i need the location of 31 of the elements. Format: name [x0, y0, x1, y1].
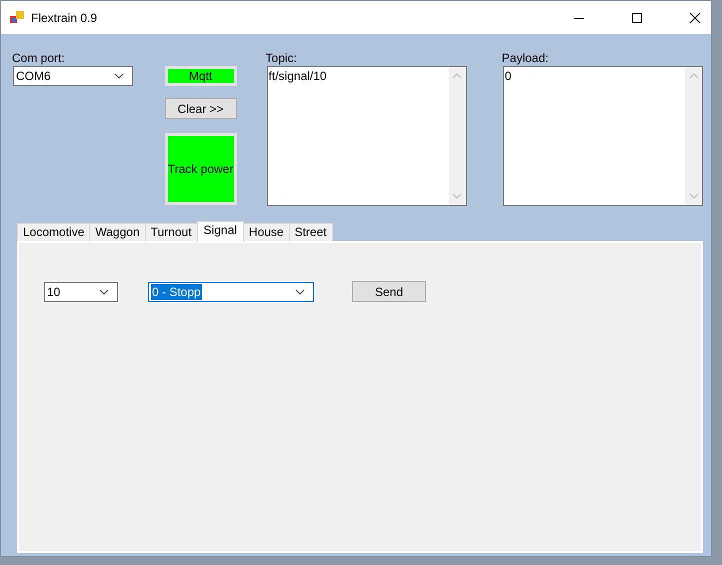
- scroll-down-icon[interactable]: [688, 193, 699, 199]
- send-button[interactable]: Send: [352, 281, 426, 302]
- tab[interactable]: Turnout: [144, 223, 198, 241]
- topic-label: Topic:: [266, 50, 298, 66]
- maximize-icon[interactable]: [631, 12, 643, 24]
- aspect-dropdown[interactable]: 0 - Stopp: [148, 282, 314, 302]
- chevron-icon: [295, 288, 305, 294]
- scrollbar[interactable]: [448, 67, 466, 205]
- chevron-icon: [99, 288, 109, 294]
- tab[interactable]: House: [242, 223, 290, 241]
- address-dropdown[interactable]: 10: [44, 282, 118, 302]
- scrollbar[interactable]: [685, 67, 702, 205]
- track-power-button[interactable]: Track power: [164, 133, 237, 205]
- tab[interactable]: Waggon: [89, 223, 146, 241]
- tab[interactable]: Signal: [196, 221, 244, 242]
- app-icon: [10, 11, 24, 24]
- topic-textarea[interactable]: ft/signal/10: [266, 66, 467, 206]
- window-title: Flextrain 0.9: [31, 10, 98, 24]
- close-icon[interactable]: [689, 12, 701, 24]
- payload-textarea[interactable]: 0: [502, 66, 704, 206]
- com-port-label: Com port:: [12, 50, 66, 66]
- com-port-dropdown[interactable]: COM6: [13, 66, 133, 86]
- scroll-up-icon[interactable]: [452, 73, 462, 79]
- mqtt-button[interactable]: Mqtt: [164, 66, 237, 86]
- tab[interactable]: Street: [288, 223, 333, 241]
- chevron-icon: [114, 73, 124, 79]
- scroll-up-icon[interactable]: [688, 73, 699, 79]
- scroll-down-icon[interactable]: [452, 193, 462, 199]
- tab[interactable]: Locomotive: [17, 223, 90, 241]
- payload-label: Payload:: [502, 50, 550, 66]
- clear-button[interactable]: Clear >>: [164, 98, 237, 119]
